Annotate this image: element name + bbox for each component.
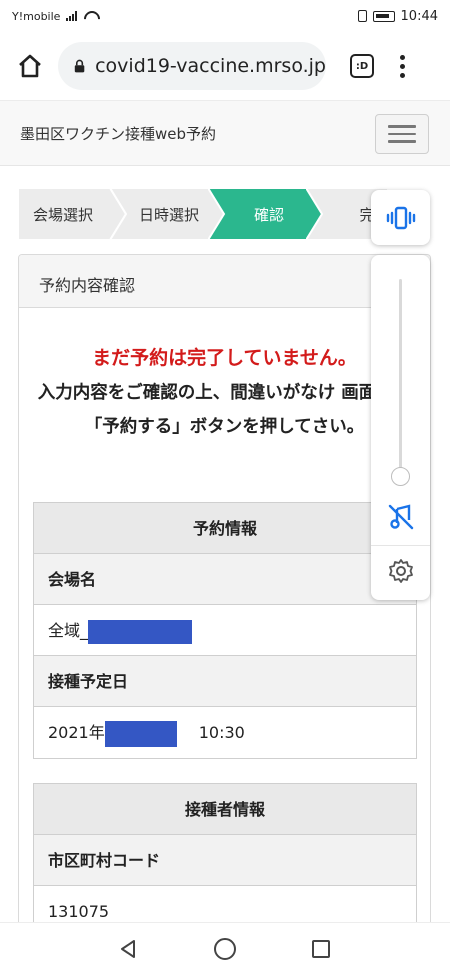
card-header: 予約内容確認 — [19, 255, 430, 308]
browser-menu-button[interactable] — [400, 54, 405, 78]
step-confirm: 確認 — [208, 188, 326, 240]
system-nav-bar — [0, 922, 450, 974]
instruction-text: 入力内容をご確認の上、間違いがなけ 画面下の「予約する」ボタンを押してさい。 — [37, 383, 412, 437]
step-label: 会場選択 — [32, 205, 93, 224]
step-venue: 会場選択 — [18, 188, 128, 240]
browser-toolbar: covid19-vaccine.mrso.jp :D — [0, 32, 450, 100]
card-title: 予約内容確認 — [39, 276, 136, 295]
table-heading: 接種者情報 — [34, 784, 416, 835]
site-header: 墨田区ワクチン接種web予約 — [0, 100, 450, 166]
volume-slider-track[interactable] — [399, 279, 402, 479]
municipality-code-label: 市区町村コード — [34, 835, 416, 886]
gear-icon — [389, 559, 413, 583]
venue-label: 会場名 — [34, 554, 416, 605]
url-text: covid19-vaccine.mrso.jp — [95, 55, 326, 77]
ringer-mode-button[interactable] — [371, 190, 430, 245]
step-label: 確認 — [253, 205, 284, 224]
progress-steps: 会場選択 日時選択 確認 完 — [18, 188, 388, 240]
home-button[interactable] — [2, 38, 58, 94]
venue-value: 全域_ — [34, 605, 416, 656]
volume-settings-button[interactable] — [388, 558, 414, 588]
site-title[interactable]: 墨田区ワクチン接種web予約 — [20, 123, 216, 144]
recent-apps-icon[interactable] — [312, 940, 330, 958]
lock-icon — [74, 59, 85, 73]
table-heading: 予約情報 — [34, 503, 416, 554]
address-bar[interactable]: covid19-vaccine.mrso.jp — [58, 42, 326, 90]
volume-panel — [371, 255, 430, 600]
date-value: 2021年 10:30 — [34, 707, 416, 758]
media-mute-button[interactable] — [387, 503, 415, 535]
menu-toggle-button[interactable] — [375, 114, 429, 154]
status-bar: Y!mobile 10:44 — [0, 0, 450, 32]
vibrate-icon — [386, 206, 415, 229]
vibrate-status-icon — [357, 10, 367, 22]
redaction-block — [104, 720, 177, 747]
confirmation-card: 予約内容確認 まだ予約は完了していません。 入力内容をご確認の上、間違いがなけ … — [18, 254, 431, 974]
tab-switcher-button[interactable]: :D — [350, 54, 374, 78]
step-label: 日時選択 — [138, 205, 199, 224]
divider — [371, 545, 430, 546]
step-datetime: 日時選択 — [110, 188, 228, 240]
home-icon — [19, 54, 41, 78]
reservation-info-table: 予約情報 会場名 全域_ 接種予定日 2021年 10:30 — [33, 502, 417, 759]
back-icon[interactable] — [118, 939, 138, 959]
redaction-block — [88, 619, 193, 644]
carrier-name: Y!mobile — [12, 9, 61, 23]
date-label: 接種予定日 — [34, 656, 416, 707]
wifi-icon — [83, 11, 97, 21]
person-info-table: 接種者情報 市区町村コード 131075 — [33, 783, 417, 938]
home-nav-icon[interactable] — [214, 938, 236, 960]
volume-slider-handle[interactable] — [391, 467, 410, 486]
not-complete-warning: まだ予約は完了していません。 — [92, 347, 357, 369]
signal-icon — [66, 11, 78, 21]
clock: 10:44 — [400, 8, 438, 24]
music-off-icon — [388, 504, 414, 530]
battery-icon — [372, 10, 395, 22]
